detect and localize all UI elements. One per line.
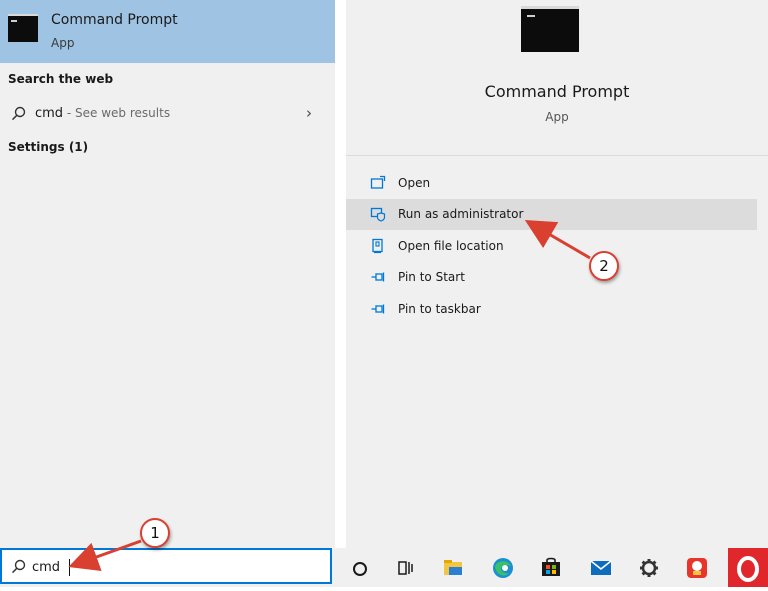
section-search-web: Search the web [8,72,114,86]
web-result-query: cmd [35,106,64,121]
section-settings[interactable]: Settings (1) [8,140,88,154]
store-button[interactable] [536,552,566,582]
command-prompt-icon [8,14,38,42]
file-location-icon [372,238,383,254]
settings-gear-icon [640,559,658,577]
best-match-command-prompt[interactable]: Command Prompt App [0,0,335,63]
edge-icon [493,558,513,578]
search-icon [11,106,26,121]
shield-admin-icon [370,207,386,222]
search-results-panel: Command Prompt App Search the web cmd - … [0,0,335,548]
pin-icon [371,272,385,282]
task-view-icon [398,561,413,575]
web-result-row[interactable]: cmd - See web results › [0,100,335,128]
edge-button[interactable] [488,552,518,582]
cortana-button[interactable] [345,552,375,582]
app-icon [687,558,707,578]
divider [346,155,768,156]
action-pin-to-taskbar[interactable]: Pin to taskbar [346,294,757,325]
opera-button[interactable] [728,548,768,587]
callout-1: 1 [140,518,170,548]
action-open[interactable]: Open [346,168,757,199]
detail-panel: Command Prompt App Open Run as administr… [346,0,768,548]
search-icon [11,559,26,574]
action-pin-to-start[interactable]: Pin to Start [346,262,757,293]
chevron-right-icon[interactable]: › [306,104,312,122]
cortana-circle-icon [353,562,367,576]
text-caret [69,559,70,576]
action-label: Pin to Start [398,270,465,284]
search-input[interactable] [32,557,312,577]
opera-icon [737,556,759,582]
callout-2: 2 [589,251,619,281]
mail-icon [590,560,612,575]
file-explorer-button[interactable] [438,552,468,582]
store-icon [542,557,560,576]
detail-subtitle: App [545,110,569,124]
settings-button[interactable] [634,552,664,582]
command-prompt-large-icon [521,6,579,52]
action-label: Pin to taskbar [398,302,481,316]
detail-title: Command Prompt [484,82,630,101]
task-view-button[interactable] [390,552,420,582]
action-run-as-administrator[interactable]: Run as administrator [346,199,757,230]
taskbar-search-box[interactable] [0,548,332,584]
action-label: Open [398,176,431,190]
action-label: Open file location [398,239,504,253]
mail-button[interactable] [586,552,616,582]
panel-gap [335,0,346,548]
web-result-text: cmd - See web results [35,106,170,121]
best-match-title: Command Prompt [51,12,178,28]
web-result-suffix: - See web results [63,106,171,120]
file-explorer-icon [444,560,462,575]
action-open-file-location[interactable]: Open file location [346,231,757,262]
open-window-icon [370,175,386,189]
pin-icon [371,304,385,314]
action-label: Run as administrator [398,207,524,221]
app-button[interactable] [682,552,712,582]
best-match-subtitle: App [51,36,75,50]
